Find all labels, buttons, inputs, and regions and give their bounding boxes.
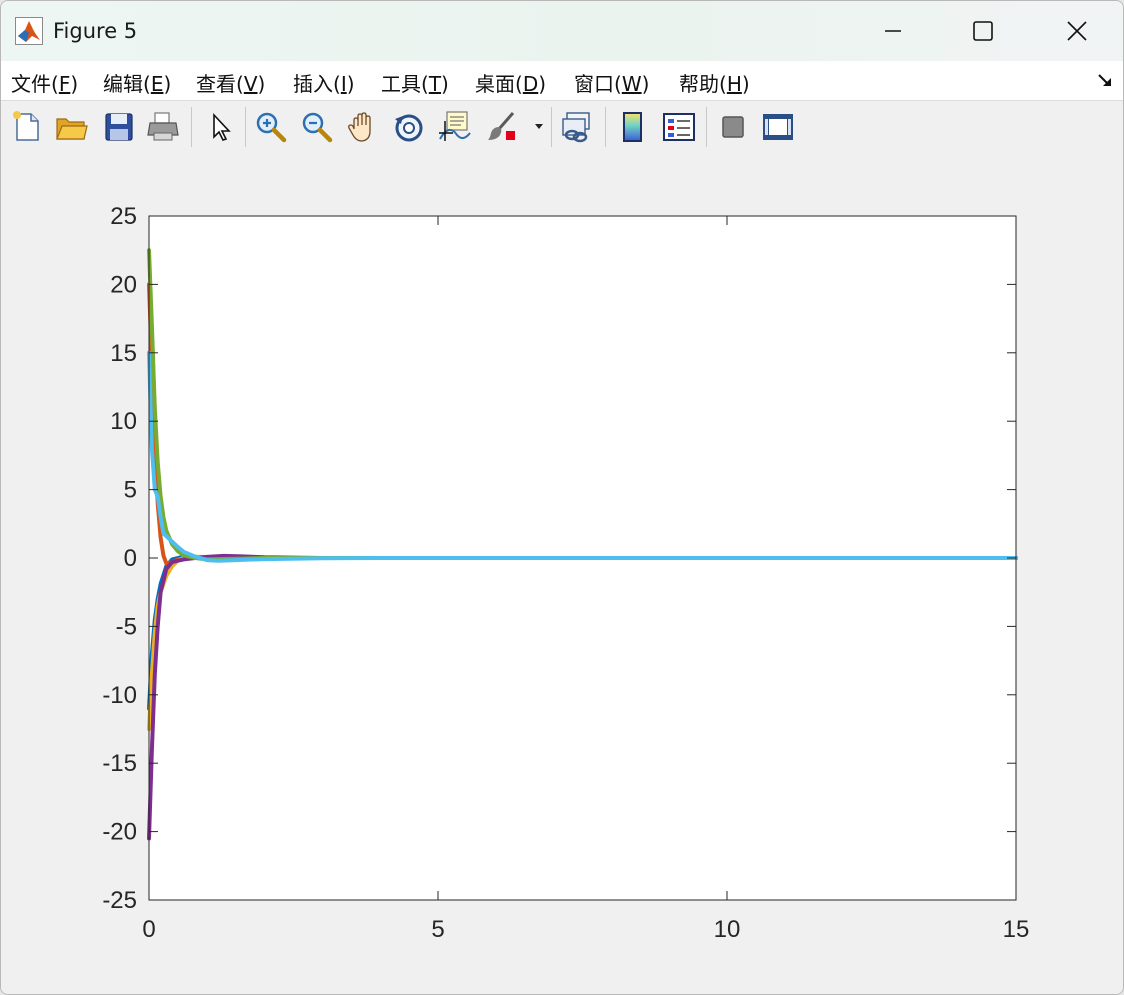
minimize-icon: [885, 30, 901, 32]
y-tick-label: 5: [124, 477, 137, 504]
show-plot-tools-icon: [763, 114, 793, 140]
menu-tools[interactable]: 工具(T): [381, 68, 449, 97]
link-plot-icon: [562, 112, 590, 143]
y-tick-label: 15: [110, 340, 137, 367]
y-tick-label: 0: [124, 545, 137, 572]
line-chart[interactable]: -25 -20 -15 -10 -5 0 5 10 15 20 25 0 5 10 15: [1, 153, 1123, 994]
dock-figure-icon[interactable]: [1097, 73, 1113, 89]
edit-plot-button[interactable]: [203, 109, 239, 145]
y-tick-label: -10: [102, 682, 137, 709]
save-disk-icon: [105, 113, 133, 141]
menu-bar: 文件(F) 编辑(E) 查看(V) 插入(I) 工具(T) 桌面(D) 窗口(W…: [1, 61, 1123, 100]
zoom-out-icon: [302, 112, 333, 143]
data-cursor-button[interactable]: [437, 109, 473, 145]
y-tick-label: -15: [102, 750, 137, 777]
menu-help[interactable]: 帮助(H): [679, 68, 750, 97]
pointer-arrow-icon: [213, 112, 231, 141]
brush-icon: [488, 112, 515, 140]
close-button[interactable]: [1031, 1, 1123, 61]
menu-file[interactable]: 文件(F): [11, 68, 78, 97]
y-tick-label: -25: [102, 887, 137, 914]
y-tick-label: 20: [110, 271, 137, 298]
new-figure-button[interactable]: [9, 109, 45, 145]
maximize-button[interactable]: [937, 1, 1029, 61]
menu-edit[interactable]: 编辑(E): [103, 68, 171, 97]
colorbar-icon: [623, 112, 642, 142]
x-tick-label: 10: [714, 916, 741, 943]
link-plot-button[interactable]: [559, 109, 595, 145]
printer-icon: [147, 112, 179, 141]
close-icon: [1067, 21, 1087, 41]
figure-canvas: -25 -20 -15 -10 -5 0 5 10 15 20 25 0 5 10 15: [1, 153, 1123, 994]
toolbar-separator: [551, 107, 552, 147]
y-tick-label: 25: [110, 203, 137, 230]
window-title: Figure 5: [53, 19, 138, 43]
x-tick-label: 5: [431, 916, 444, 943]
menu-insert[interactable]: 插入(I): [293, 68, 355, 97]
x-tick-label: 15: [1003, 916, 1030, 943]
menu-view[interactable]: 查看(V): [196, 68, 265, 97]
rotate-3d-button[interactable]: [391, 109, 427, 145]
figure-toolbar: [1, 100, 1123, 154]
y-tick-label: -5: [116, 613, 137, 640]
hide-plot-tools-button[interactable]: [715, 109, 751, 145]
print-figure-button[interactable]: [145, 109, 181, 145]
menu-window[interactable]: 窗口(W): [574, 68, 649, 97]
open-file-button[interactable]: [53, 109, 89, 145]
zoom-out-button[interactable]: [299, 109, 335, 145]
toolbar-separator: [605, 107, 606, 147]
toolbar-separator: [245, 107, 246, 147]
legend-icon: [663, 113, 695, 141]
pan-button[interactable]: [345, 109, 381, 145]
maximize-icon: [973, 21, 993, 41]
toolbar-separator: [191, 107, 192, 147]
figure-window: Figure 5 文件(F) 编辑(E) 查看(V) 插入(I) 工具(T) 桌…: [0, 0, 1124, 995]
menu-desktop[interactable]: 桌面(D): [475, 68, 546, 97]
new-file-icon: [13, 111, 39, 141]
save-figure-button[interactable]: [101, 109, 137, 145]
matlab-logo-icon: [15, 17, 43, 45]
rotate-3d-icon: [395, 114, 423, 142]
toolbar-separator: [706, 107, 707, 147]
show-plot-tools-button[interactable]: [759, 109, 795, 145]
title-bar[interactable]: Figure 5: [1, 1, 1123, 61]
insert-colorbar-button[interactable]: [615, 109, 651, 145]
y-tick-label: -20: [102, 819, 137, 846]
y-tick-label: 10: [110, 408, 137, 435]
open-folder-icon: [56, 118, 88, 140]
x-tick-label: 0: [142, 916, 155, 943]
zoom-in-icon: [256, 112, 287, 143]
hide-plot-tools-icon: [722, 116, 744, 138]
zoom-in-button[interactable]: [253, 109, 289, 145]
insert-legend-button[interactable]: [661, 109, 697, 145]
brush-button[interactable]: [485, 109, 521, 145]
data-tip-icon: [439, 111, 471, 141]
brush-dropdown-icon[interactable]: [534, 121, 544, 131]
minimize-button[interactable]: [847, 1, 939, 61]
pan-hand-icon: [348, 112, 371, 142]
